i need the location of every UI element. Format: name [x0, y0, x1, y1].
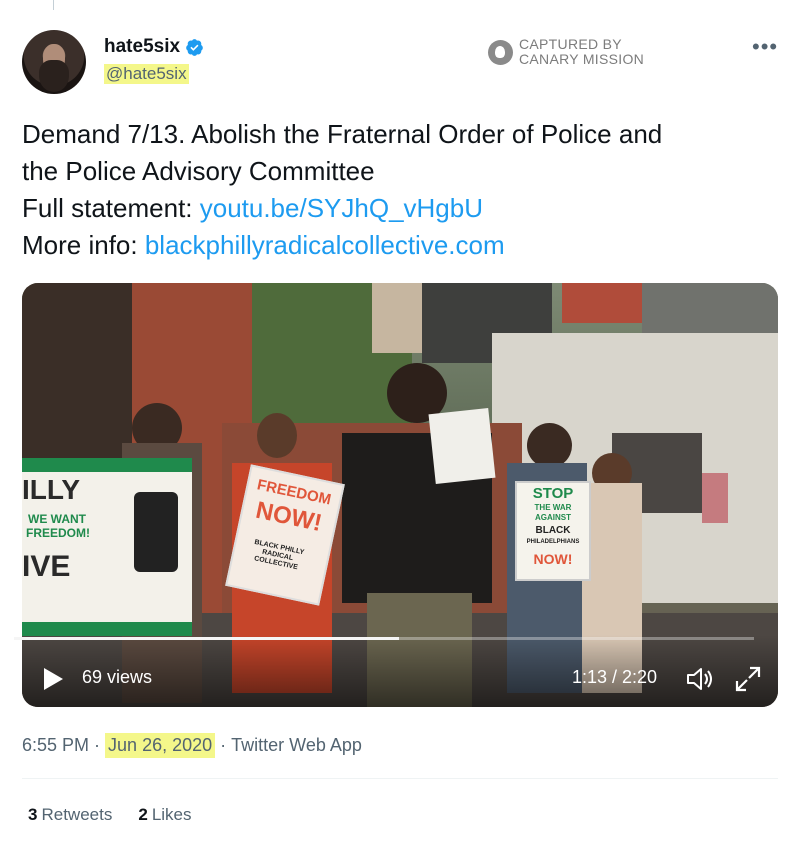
watermark-line-1: CAPTURED BY: [519, 36, 622, 52]
likes-stat[interactable]: 2 Likes: [138, 805, 191, 825]
tweet-stats: 3 Retweets 2 Likes: [28, 805, 192, 825]
avatar[interactable]: [22, 30, 86, 94]
banner-text-mid-2: FREEDOM!: [26, 526, 90, 540]
tweet-line-1: Demand 7/13. Abolish the Fraternal Order…: [22, 119, 663, 149]
author-display-name[interactable]: hate5six: [104, 36, 180, 58]
more-dots-icon[interactable]: •••: [752, 34, 778, 60]
meta-separator: ·: [89, 735, 106, 755]
author-name-row[interactable]: hate5six: [104, 36, 204, 58]
stop-the-war-sign: STOP THE WAR AGAINST BLACK PHILADELPHIAN…: [515, 481, 591, 581]
retweets-count: 3: [28, 805, 38, 824]
video-time: 1:13 / 2:20: [572, 667, 658, 687]
tweet-meta: 6:55 PM · Jun 26, 2020 · Twitter Web App: [22, 733, 362, 758]
fullscreen-icon[interactable]: [733, 664, 763, 694]
tweet-text: Demand 7/13. Abolish the Fraternal Order…: [22, 116, 782, 264]
freedom-text-small: BLACK PHILLY RADICAL COLLECTIVE: [253, 538, 305, 572]
full-statement-row: Full statement: youtu.be/SYJhQ_vHgbU: [22, 190, 782, 227]
banner-sign: ILLY WE WANT FREEDOM! IVE: [22, 458, 192, 636]
youtube-link[interactable]: youtu.be/SYJhQ_vHgbU: [200, 193, 483, 223]
likes-count: 2: [138, 805, 148, 824]
stop-text-1: STOP: [532, 485, 574, 502]
video-progress-fill: [14, 637, 399, 640]
tweet-time[interactable]: 6:55 PM: [22, 735, 89, 756]
banner-text-mid-1: WE WANT: [28, 512, 86, 526]
canary-logo-icon: [488, 39, 513, 65]
video-player[interactable]: ILLY WE WANT FREEDOM! IVE FREEDOM NOW! B…: [22, 283, 778, 707]
canary-mission-watermark: CAPTURED BY CANARY MISSION: [488, 37, 644, 67]
website-link[interactable]: blackphillyradicalcollective.com: [145, 230, 505, 260]
meta-separator-2: ·: [215, 735, 232, 755]
watermark-line-2: CANARY MISSION: [519, 51, 645, 67]
stop-text-5: PHILADELPHIANS: [526, 539, 580, 545]
volume-icon[interactable]: [685, 666, 715, 692]
tweet-source[interactable]: Twitter Web App: [231, 735, 362, 756]
play-icon[interactable]: [44, 668, 63, 690]
stop-text-3: AGAINST: [535, 513, 571, 522]
tweet-line-2: the Police Advisory Committee: [22, 156, 375, 186]
full-statement-label: Full statement:: [22, 193, 200, 223]
banner-text-bottom: IVE: [22, 550, 71, 583]
author-handle[interactable]: @hate5six: [104, 64, 189, 84]
more-info-label: More info:: [22, 230, 145, 260]
divider: [22, 778, 778, 779]
likes-label: Likes: [151, 805, 192, 824]
retweets-label: Retweets: [41, 805, 113, 824]
verified-badge-icon: [186, 38, 203, 56]
stop-text-4: BLACK: [535, 525, 571, 536]
more-info-row: More info: blackphillyradicalcollective.…: [22, 227, 782, 264]
retweets-stat[interactable]: 3 Retweets: [28, 805, 112, 825]
video-view-count: 69 views: [82, 667, 153, 687]
stop-text-2: THE WAR: [534, 503, 572, 512]
tweet-date[interactable]: Jun 26, 2020: [105, 733, 216, 758]
thread-line: [53, 0, 54, 10]
stop-text-6: NOW!: [533, 551, 573, 567]
banner-text-top: ILLY: [22, 474, 81, 505]
